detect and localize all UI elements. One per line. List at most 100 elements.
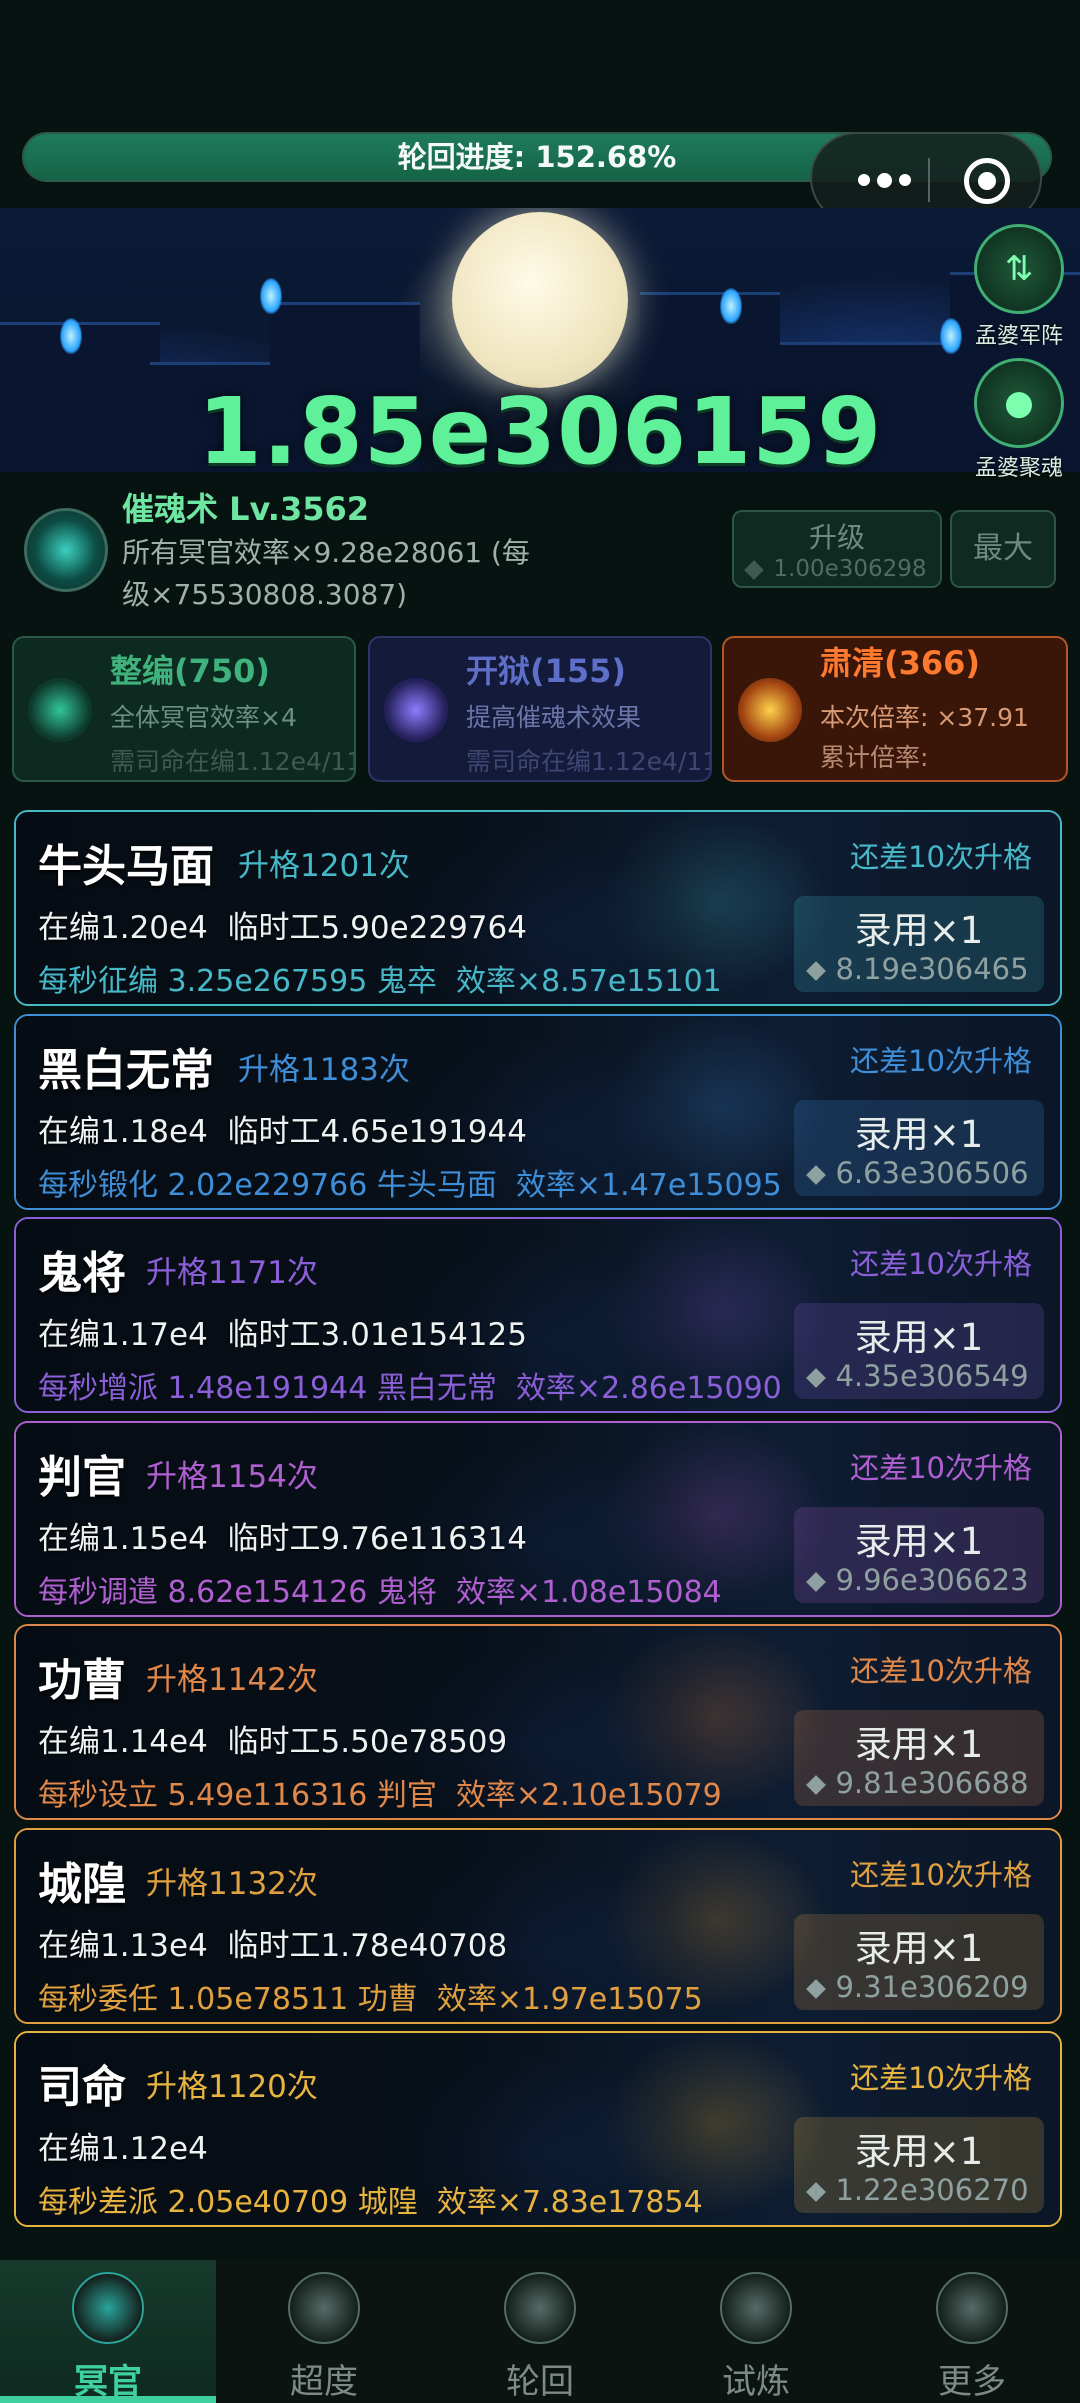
open-prison-icon	[384, 678, 448, 742]
open-prison-card[interactable]: 开狱(155) 提高催魂术效果 需司命在编1.12e4/11	[368, 636, 712, 782]
hire-button[interactable]: 录用×1 9.81e306688	[794, 1710, 1044, 1806]
hire-cost: 1.22e306270	[794, 2173, 1044, 2207]
official-name: 鬼将	[38, 1248, 126, 1299]
soul-gather-button[interactable]: ●	[974, 358, 1064, 448]
official-efficiency: 效率×8.57e15101	[455, 964, 722, 999]
official-production: 每秒锻化 2.02e229766 牛头马面 效率×1.47e15095	[38, 1167, 782, 1203]
diamond-icon	[806, 2182, 827, 2202]
official-row: 功曹 升格1142次 在编1.14e4 临时工5.50e78509 每秒设立 5.49…	[14, 1624, 1062, 1820]
hire-label: 录用×1	[854, 909, 984, 952]
hire-button[interactable]: 录用×1 8.19e306465	[794, 896, 1044, 992]
official-upgrade-remaining: 还差10次升格	[850, 1247, 1032, 1281]
hire-button[interactable]: 录用×1 6.63e306506	[794, 1099, 1044, 1196]
reorganize-effect: 全体冥官效率×4	[110, 703, 297, 732]
soul-currency-amount: 1.85e306159	[197, 378, 883, 485]
nav-tab-label: 超度	[290, 2362, 358, 2402]
diamond-icon	[806, 961, 827, 981]
capsule-divider	[928, 158, 930, 202]
official-rank: 升格1183次	[238, 1051, 410, 1088]
nav-tab[interactable]: 冥官	[0, 2260, 216, 2403]
nav-tab[interactable]: 轮回	[432, 2260, 648, 2403]
purge-current-multiplier: 本次倍率: ×37.91	[820, 703, 1029, 732]
formation-button[interactable]: ⇅	[974, 224, 1064, 314]
official-rank: 升格1142次	[146, 1662, 318, 1698]
reorganize-requirement: 需司命在编1.12e4/11204	[110, 747, 354, 776]
official-efficiency: 效率×1.08e15084	[455, 1574, 722, 1610]
official-rank: 升格1171次	[146, 1255, 318, 1291]
official-production: 每秒差派 2.05e40709 城隍 效率×7.83e17854	[38, 2185, 703, 2220]
more-icon	[936, 2272, 1008, 2344]
official-rank: 升格1120次	[146, 2069, 318, 2105]
official-upgrade-remaining: 还差10次升格	[850, 1857, 1032, 1892]
diamond-icon	[806, 1775, 827, 1795]
official-rank: 升格1132次	[146, 1865, 318, 1902]
hire-cost: 6.63e306506	[794, 1156, 1044, 1190]
diamond-icon	[806, 1164, 827, 1185]
official-temp-workers: 临时工1.78e40708	[227, 1927, 508, 1964]
official-row: 鬼将 升格1171次 在编1.17e4 临时工3.01e154125 每秒增派 1.4…	[14, 1217, 1062, 1413]
official-production: 每秒征编 3.25e267595 鬼卒 效率×8.57e15101	[38, 964, 722, 999]
official-efficiency: 效率×2.86e15090	[515, 1371, 782, 1406]
official-upgrade-remaining: 还差10次升格	[850, 2061, 1032, 2095]
official-efficiency: 效率×7.83e17854	[436, 2185, 703, 2220]
skill-upgrade-button[interactable]: 升级 1.00e306298	[732, 510, 942, 588]
hire-label: 录用×1	[854, 1519, 984, 1563]
official-upgrade-remaining: 还差10次升格	[850, 840, 1032, 874]
official-name: 判官	[38, 1451, 126, 1503]
close-target-icon[interactable]	[964, 158, 1010, 204]
official-row: 判官 升格1154次 在编1.15e4 临时工9.76e116314 每秒调遣 8.6…	[14, 1420, 1062, 1617]
nav-tab[interactable]: 超度	[216, 2260, 432, 2403]
official-temp-workers: 临时工5.90e229764	[227, 910, 527, 946]
official-upgrade-remaining: 还差10次升格	[850, 1043, 1032, 1078]
official-temp-workers: 临时工9.76e116314	[227, 1520, 527, 1557]
hire-label: 录用×1	[854, 2130, 984, 2173]
trial-icon	[720, 2272, 792, 2344]
official-name: 城隍	[38, 1858, 126, 1910]
nav-tab-label: 更多	[938, 2362, 1006, 2402]
official-row: 城隍 升格1132次 在编1.13e4 临时工1.78e40708 每秒委任 1.05…	[14, 1827, 1062, 2024]
official-rank: 升格1154次	[146, 1458, 318, 1495]
official-staff-count: 在编1.13e4 临时工1.78e40708	[38, 1927, 508, 1964]
formation-label: 孟婆军阵	[974, 324, 1063, 349]
official-row: 牛头马面 升格1201次在编1.20e4 临时工5.90e229764 每秒征编 3…	[14, 810, 1062, 1006]
official-staff-count: 在编1.15e4 临时工9.76e116314	[38, 1520, 527, 1557]
open-prison-effect: 提高催魂术效果	[466, 703, 642, 732]
diamond-icon	[806, 1368, 827, 1388]
official-staff-count: 在编1.14e4 临时工5.50e78509	[38, 1724, 508, 1760]
hire-label: 录用×1	[854, 1316, 984, 1359]
skill-title: 催魂术 Lv.3562	[122, 490, 370, 528]
more-dots-icon[interactable]	[844, 158, 924, 202]
official-efficiency: 效率×2.10e15079	[455, 1778, 722, 1813]
official-name: 牛头马面	[38, 841, 214, 892]
hire-cost: 9.96e306623	[794, 1563, 1044, 1597]
nav-tab-label: 轮回	[506, 2362, 574, 2402]
hire-cost: 4.35e306549	[794, 1359, 1044, 1393]
hire-cost: 8.19e306465	[794, 952, 1044, 986]
formation-icon: ⇅	[1004, 249, 1034, 289]
purge-title: 肃清(366)	[820, 644, 981, 682]
purge-flame-icon	[738, 678, 802, 742]
official-temp-workers: 临时工5.50e78509	[227, 1724, 508, 1760]
temple-icon	[288, 2272, 360, 2344]
nav-tab-label: 试炼	[722, 2362, 790, 2402]
purge-card[interactable]: 肃清(366) 本次倍率: ×37.91 累计倍率:	[722, 636, 1068, 782]
soul-summon-skill-icon	[24, 508, 108, 592]
reorganize-icon	[28, 678, 92, 742]
underworld-official-icon	[72, 2272, 144, 2344]
nav-tab[interactable]: 试炼	[648, 2260, 864, 2403]
reorganize-card[interactable]: 整编(750) 全体冥官效率×4 需司命在编1.12e4/11204	[12, 636, 356, 782]
hire-cost: 9.81e306688	[794, 1766, 1044, 1800]
skill-max-button[interactable]: 最大	[950, 510, 1056, 588]
hire-button[interactable]: 录用×1 1.22e306270	[794, 2117, 1044, 2213]
official-staff-count: 在编1.20e4 临时工5.90e229764	[38, 910, 527, 946]
hire-button[interactable]: 录用×1 9.96e306623	[794, 1506, 1044, 1603]
official-name: 司命	[38, 2062, 126, 2113]
nav-tab[interactable]: 更多	[864, 2260, 1080, 2403]
official-rank: 升格1201次	[238, 848, 410, 884]
hire-label: 录用×1	[854, 1112, 984, 1156]
official-staff-count: 在编1.12e4	[38, 2131, 208, 2167]
hire-button[interactable]: 录用×1 4.35e306549	[794, 1303, 1044, 1399]
upgrade-cost: 1.00e306298	[734, 556, 940, 582]
hire-button[interactable]: 录用×1 9.31e306209	[794, 1913, 1044, 2010]
hire-label: 录用×1	[854, 1723, 984, 1766]
